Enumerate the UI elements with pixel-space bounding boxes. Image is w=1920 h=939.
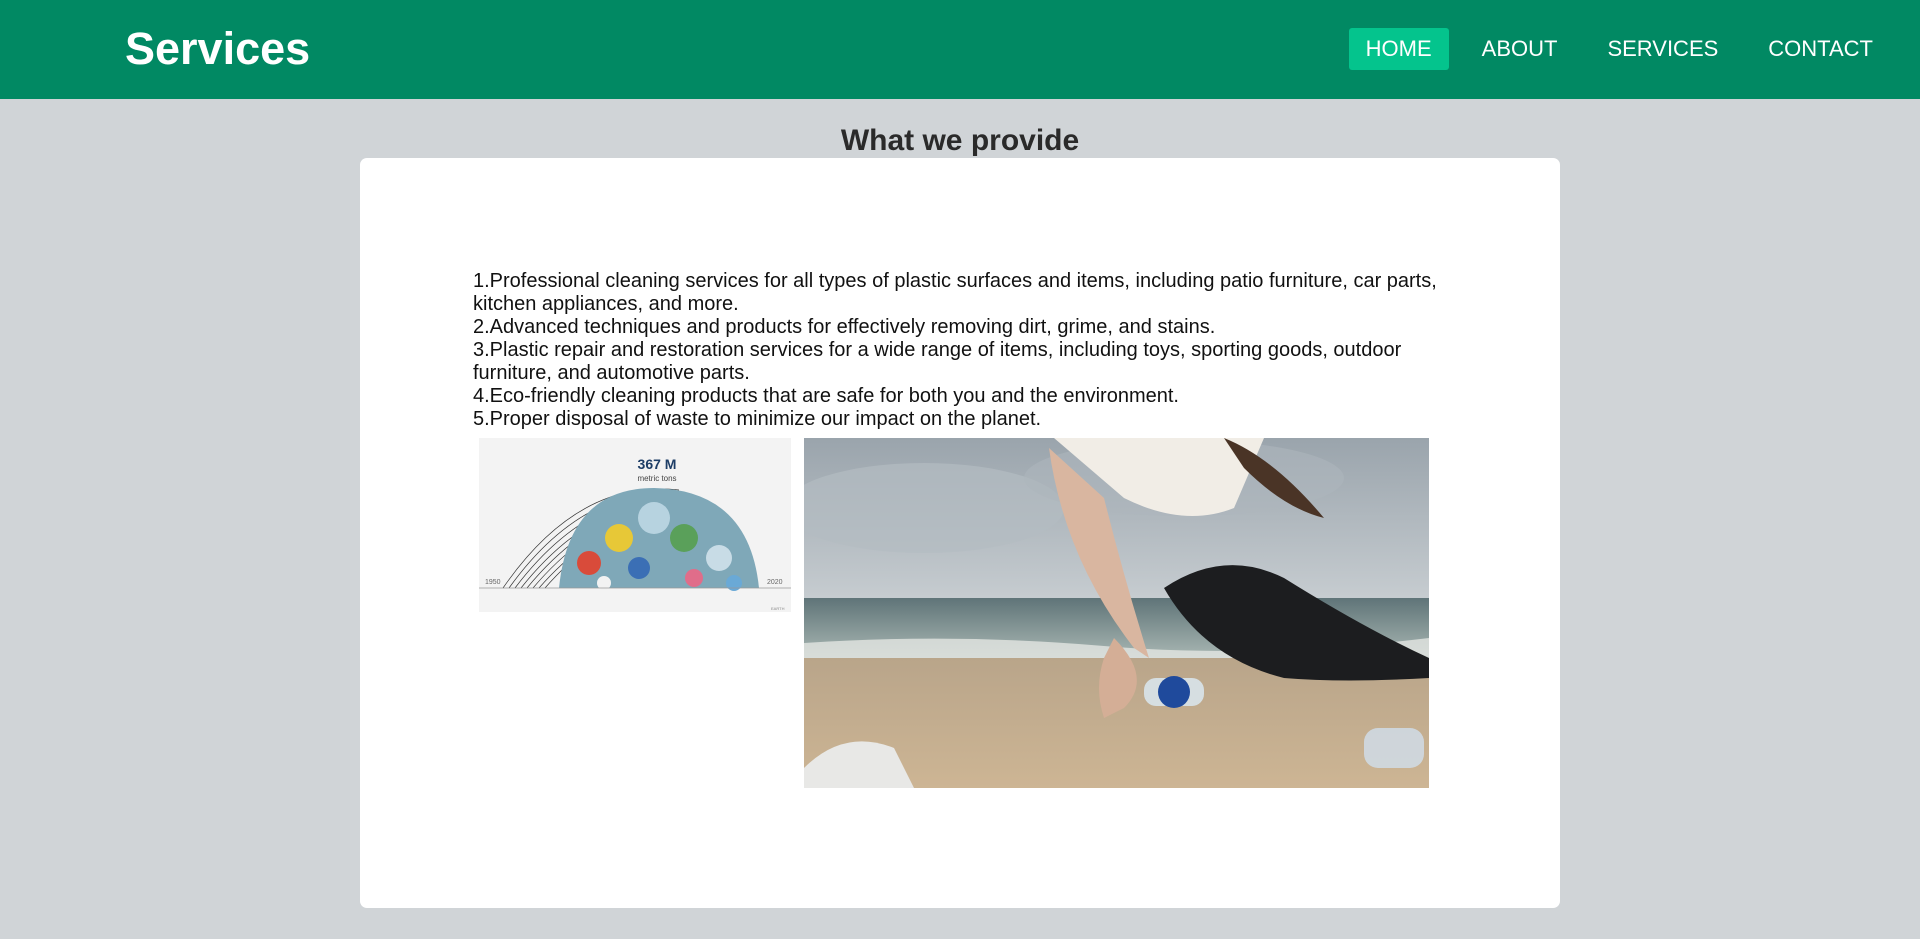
list-item: 1.Professional cleaning services for all… bbox=[473, 270, 1437, 315]
page-title: Services bbox=[125, 23, 311, 74]
list-item: 2.Advanced techniques and products for e… bbox=[473, 316, 1216, 338]
list-item: 4.Eco-friendly cleaning products that ar… bbox=[473, 385, 1179, 407]
chart-year-end: 2020 bbox=[767, 579, 783, 586]
nav-services[interactable]: SERVICES bbox=[1590, 28, 1735, 70]
chart-headline: 367 M bbox=[638, 456, 677, 472]
nav-home[interactable]: HOME bbox=[1348, 28, 1449, 70]
beach-cleanup-photo bbox=[804, 438, 1429, 788]
site-header: Services HOME ABOUT SERVICES CONTACT bbox=[0, 0, 1920, 99]
main-nav: HOME ABOUT SERVICES CONTACT bbox=[1348, 28, 1920, 70]
nav-contact[interactable]: CONTACT bbox=[1751, 28, 1890, 70]
services-list: 1.Professional cleaning services for all… bbox=[473, 270, 1453, 431]
list-item: 3.Plastic repair and restoration service… bbox=[473, 339, 1402, 384]
list-item: 5.Proper disposal of waste to minimize o… bbox=[473, 408, 1042, 430]
plastic-production-image: 367 M metric tons 1950 2020 EARTH bbox=[479, 438, 791, 612]
nav-about[interactable]: ABOUT bbox=[1465, 28, 1575, 70]
chart-unit: metric tons bbox=[637, 474, 676, 483]
section-heading: What we provide bbox=[840, 124, 1080, 157]
services-card: 1.Professional cleaning services for all… bbox=[360, 158, 1560, 908]
chart-year-start: 1950 bbox=[485, 579, 501, 586]
chart-credit: EARTH bbox=[771, 606, 785, 611]
